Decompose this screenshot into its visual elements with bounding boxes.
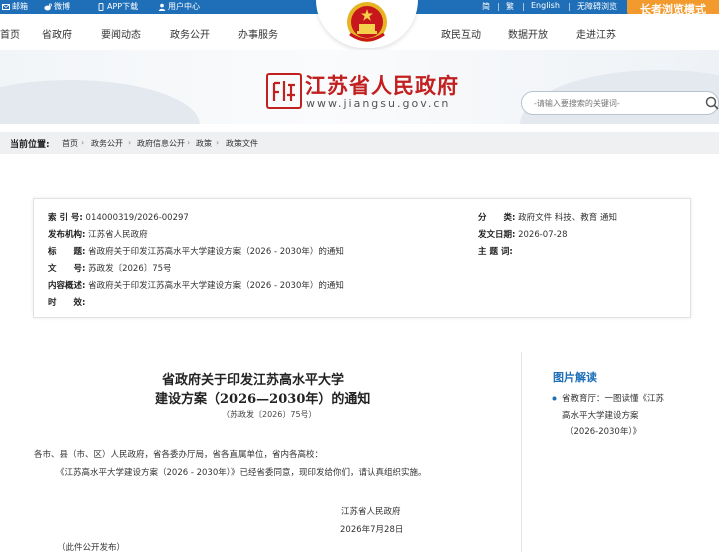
bullet-icon	[552, 396, 557, 401]
accessibility-link[interactable]: 无障碍浏览	[577, 1, 617, 12]
article-date: 2026年7月28日	[340, 525, 404, 535]
weibo-link[interactable]: 微博	[44, 1, 70, 12]
app-download-label: APP下载	[107, 2, 139, 11]
sidebar-item-line-3[interactable]: （2026-2030年）》	[565, 425, 641, 437]
jiangsu-logo-icon	[272, 81, 295, 101]
mail-icon	[2, 3, 10, 10]
info-validity-key: 时 效:	[48, 298, 86, 308]
info-title-value: 省政府关于印发江苏高水平大学建设方案（2026 - 2030年）的通知	[88, 247, 344, 257]
sidebar-item-line-2[interactable]: 高水平大学建设方案	[562, 409, 639, 421]
info-summary-row: 内容概述: 省政府关于印发江苏高水平大学建设方案（2026 - 2030年）的通…	[48, 279, 344, 291]
info-date-row: 发文日期: 2026-07-28	[478, 228, 568, 240]
info-subject-row: 主 题 词:	[478, 245, 513, 257]
nav-services[interactable]: 办事服务	[238, 26, 278, 41]
national-emblem-icon	[347, 2, 387, 42]
site-title: 江苏省人民政府	[305, 74, 459, 98]
breadcrumb-separator: ›	[216, 138, 220, 147]
breadcrumb-item[interactable]: 政策	[196, 138, 212, 149]
app-download-link[interactable]: APP下载	[97, 1, 138, 12]
divider	[569, 3, 570, 11]
info-docno-value: 苏政发〔2026〕75号	[88, 264, 172, 274]
search-input[interactable]	[534, 96, 694, 110]
simplified-chinese-link[interactable]: 简	[482, 1, 490, 12]
breadcrumb-item[interactable]: 首页	[62, 138, 78, 149]
sidebar-item-line-1[interactable]: 省教育厅：一图读懂《江苏	[562, 392, 664, 404]
breadcrumb-item[interactable]: 政策文件	[226, 138, 258, 149]
user-center-link[interactable]: 用户中心	[158, 1, 200, 12]
info-org-key: 发布机构:	[48, 230, 86, 240]
info-org-row: 发布机构: 江苏省人民政府	[48, 228, 148, 240]
weibo-icon	[44, 2, 52, 10]
breadcrumb-item[interactable]: 政府信息公开	[137, 138, 185, 149]
breadcrumb-separator: ›	[81, 138, 85, 147]
info-index-value: 014000319/2026-00297	[85, 213, 189, 223]
info-docno-row: 文 号: 苏政发〔2026〕75号	[48, 262, 172, 274]
info-date-key: 发文日期:	[478, 230, 516, 240]
nav-openness[interactable]: 政务公开	[170, 26, 210, 41]
info-summary-key: 内容概述:	[48, 281, 86, 291]
mail-label: 邮箱	[12, 2, 28, 11]
info-title-key: 标 题:	[48, 247, 86, 257]
sidebar-divider	[521, 352, 522, 552]
weibo-label: 微博	[54, 2, 70, 11]
user-center-label: 用户中心	[168, 2, 200, 11]
article-title-line-2: 建设方案（2026—2030年）的通知	[155, 392, 371, 407]
sidebar-heading: 图片解读	[553, 371, 597, 384]
info-title-row: 标 题: 省政府关于印发江苏高水平大学建设方案（2026 - 2030年）的通知	[48, 245, 344, 257]
breadcrumb-label: 当前位置:	[10, 140, 50, 150]
info-category-row: 分 类: 政府文件 科技、教育 通知	[478, 211, 617, 223]
info-org-value: 江苏省人民政府	[88, 230, 148, 240]
article-title-line-1: 省政府关于印发江苏高水平大学	[162, 373, 345, 388]
article-body: 《江苏高水平大学建设方案（2026 - 2030年）》已经省委同意，现印发给你们…	[56, 468, 427, 478]
info-category-key: 分 类:	[478, 213, 516, 223]
banner-decoration	[0, 80, 200, 124]
nav-government[interactable]: 省政府	[42, 26, 72, 41]
breadcrumb-separator: ›	[128, 138, 132, 147]
nav-data[interactable]: 数据开放	[508, 26, 548, 41]
article-publish-note: （此件公开发布）	[57, 543, 126, 552]
breadcrumb: 当前位置: 首页 › 政务公开 › 政府信息公开 › 政策 › 政策文件	[0, 132, 719, 154]
article-doc-number: （苏政发〔2026〕75号）	[222, 410, 317, 419]
nav-about[interactable]: 走进江苏	[576, 26, 616, 41]
info-index-row: 索 引 号: 014000319/2026-00297	[48, 211, 189, 223]
breadcrumb-separator: ›	[187, 138, 191, 147]
nav-home[interactable]: 首页	[0, 26, 20, 41]
info-summary-value: 省政府关于印发江苏高水平大学建设方案（2026 - 2030年）的通知	[88, 281, 344, 291]
search-icon[interactable]	[704, 95, 719, 111]
info-category-value: 政府文件 科技、教育 通知	[518, 213, 618, 223]
info-subject-key: 主 题 词:	[478, 247, 513, 257]
article-salutation: 各市、县（市、区）人民政府，省各委办厅局，省各直属单位，省内各高校：	[34, 450, 324, 460]
user-icon	[158, 3, 166, 11]
article-signature: 江苏省人民政府	[341, 507, 401, 517]
divider	[523, 3, 524, 11]
info-date-value: 2026-07-28	[518, 230, 568, 240]
divider	[498, 3, 499, 11]
english-link[interactable]: English	[531, 1, 560, 10]
breadcrumb-item[interactable]: 政务公开	[91, 138, 123, 149]
traditional-chinese-link[interactable]: 繁	[506, 1, 514, 12]
nav-news[interactable]: 要闻动态	[101, 26, 141, 41]
info-docno-key: 文 号:	[48, 264, 86, 274]
info-validity-row: 时 效:	[48, 296, 85, 308]
phone-icon	[98, 2, 104, 11]
info-index-key: 索 引 号:	[48, 213, 83, 223]
site-url: www.jiangsu.gov.cn	[306, 97, 451, 110]
mail-link[interactable]: 邮箱	[2, 1, 28, 12]
nav-interaction[interactable]: 政民互动	[441, 26, 481, 41]
search-box	[521, 91, 719, 115]
site-logo[interactable]	[266, 73, 302, 109]
